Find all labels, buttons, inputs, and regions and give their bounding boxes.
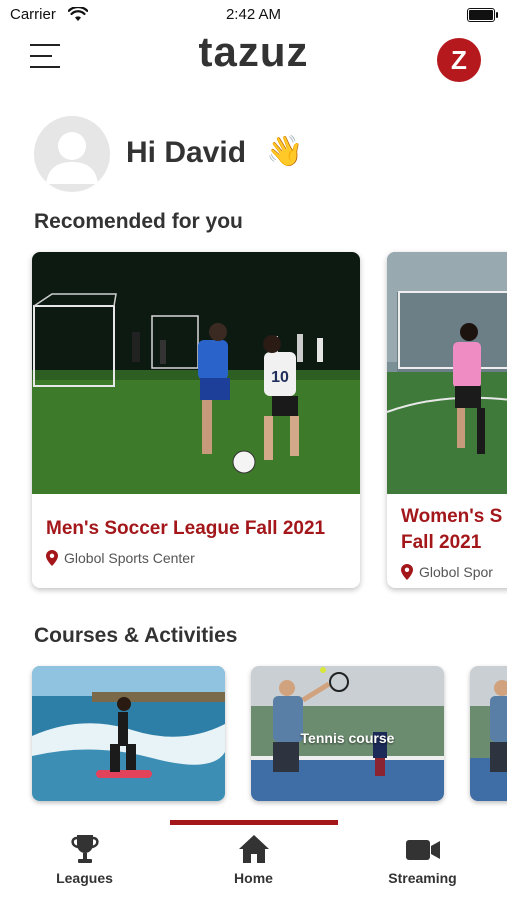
wave-emoji: 👋 (266, 135, 304, 168)
avatar[interactable] (34, 116, 110, 192)
tab-streaming[interactable]: Streaming (338, 832, 507, 886)
home-icon (238, 835, 269, 863)
card-title-line-1: Women's S (401, 506, 503, 527)
tab-leagues[interactable]: Leagues (0, 832, 169, 886)
tab-label: Home (234, 870, 273, 886)
league-card[interactable]: 10 Men's Soccer League Fall 2021 Globol … (32, 252, 360, 588)
location-pin-icon (46, 550, 58, 566)
greeting-text: Hi David (126, 136, 247, 169)
svg-text:10: 10 (271, 369, 289, 386)
card-location: Globol Spor (401, 564, 493, 580)
clock: 2:42 AM (225, 6, 282, 23)
card-location: Globol Sports Center (46, 550, 195, 566)
status-bar: Carrier 2:42 AM (0, 0, 507, 30)
tab-home[interactable]: Home (169, 832, 338, 886)
video-icon (405, 840, 440, 860)
course-label: Tennis course (300, 730, 395, 746)
card-location-text: Globol Sports Center (64, 550, 195, 566)
trophy-icon (70, 835, 99, 863)
active-tab-indicator (170, 820, 338, 825)
battery-icon (467, 8, 498, 22)
recommended-title: Recomended for you (34, 210, 243, 233)
logo-letter: Z (451, 45, 467, 75)
location-pin-icon (401, 564, 413, 580)
card-location-text: Globol Spor (419, 564, 493, 580)
card-title: Men's Soccer League Fall 2021 (46, 518, 326, 539)
league-card[interactable]: Women's S Fall 2021 Globol Spor (387, 252, 507, 588)
profile-logo-button[interactable]: Z (437, 38, 481, 82)
courses-title: Courses & Activities (34, 624, 238, 647)
surf-photo (32, 666, 225, 801)
tennis-photo (470, 666, 507, 801)
app-brand: tazuz (198, 28, 309, 75)
course-card[interactable] (470, 666, 507, 801)
course-card-tennis[interactable]: Tennis course (251, 666, 444, 801)
tab-label: Leagues (56, 870, 113, 886)
card-title-line-2: Fall 2021 (401, 532, 482, 553)
tab-label: Streaming (388, 870, 457, 886)
soccer-photo: 10 (32, 252, 360, 494)
user-silhouette-icon (46, 132, 98, 184)
course-card-surf[interactable] (32, 666, 225, 801)
soccer-photo (387, 252, 507, 494)
